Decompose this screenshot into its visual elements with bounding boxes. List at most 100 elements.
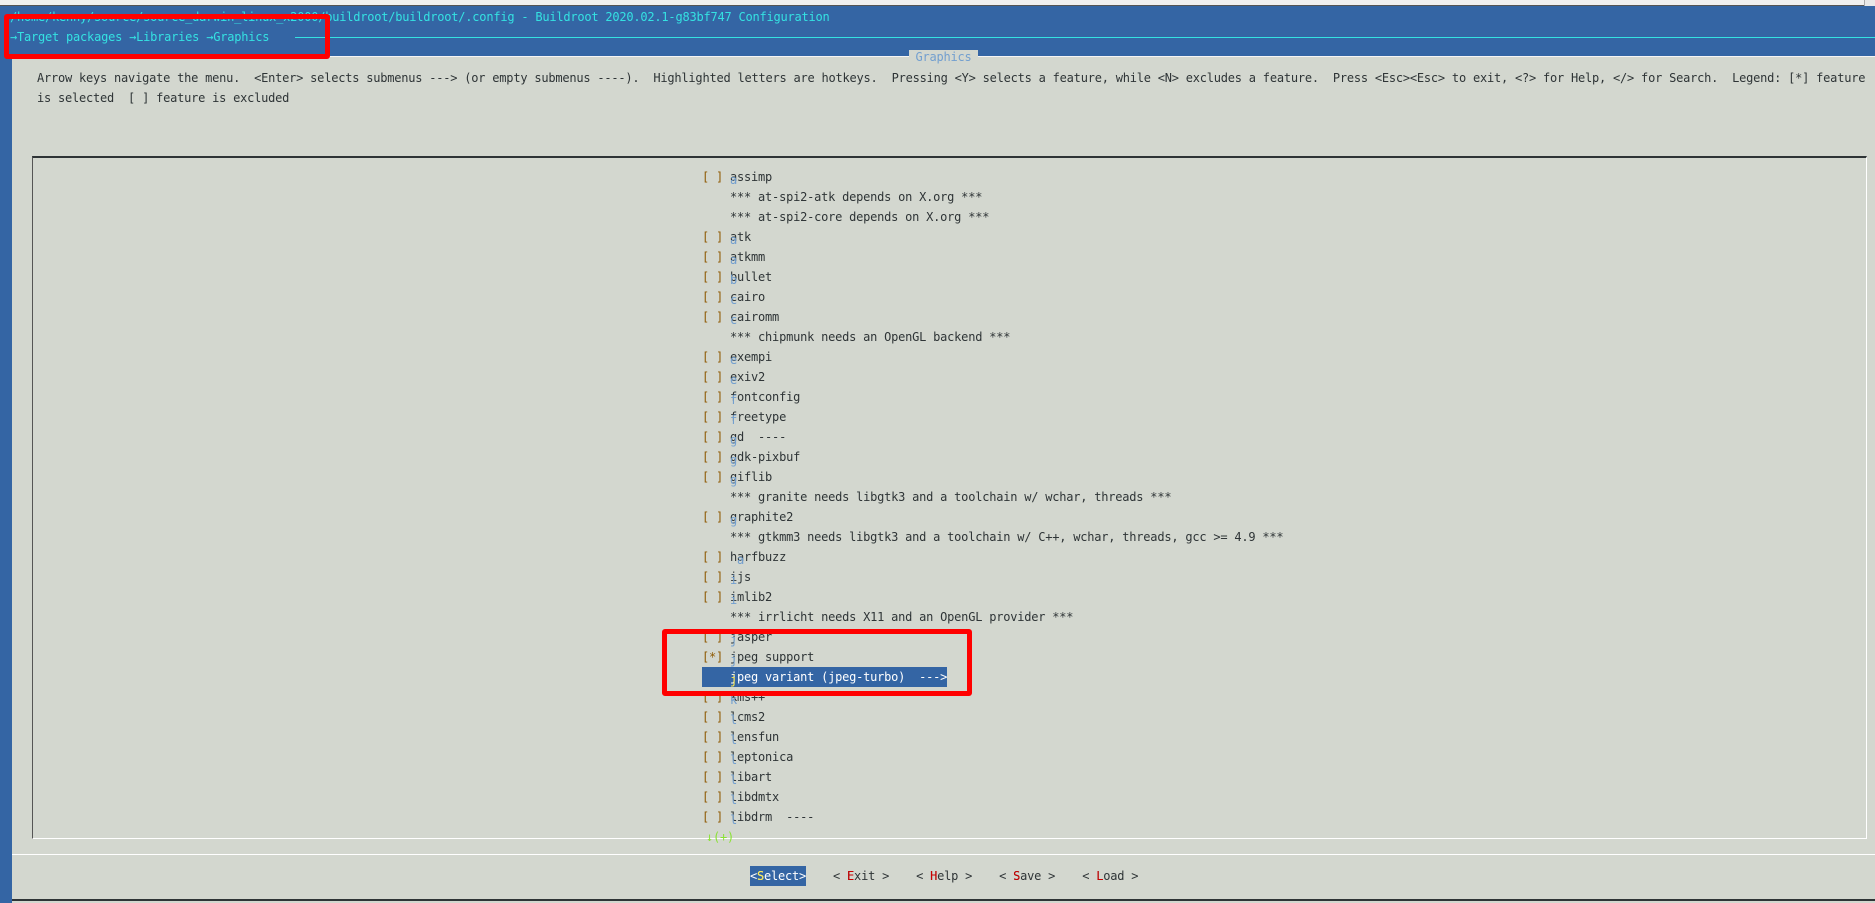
checkbox[interactable]: [ ]: [702, 710, 730, 724]
menu-item[interactable]: [ ] cairo c: [702, 287, 1283, 307]
item-label: *** at-spi2-atk depends on X.org ***: [730, 190, 983, 204]
menu-item[interactable]: [ ] gd ---- g: [702, 427, 1283, 447]
checkbox[interactable]: [ ]: [702, 430, 730, 444]
menu-item[interactable]: [ ] atk a: [702, 227, 1283, 247]
menu-comment: *** irrlicht needs X11 and an OpenGL pro…: [702, 607, 1283, 627]
menu-item[interactable]: [ ] leptonica l: [702, 747, 1283, 767]
button-bar: <Select> S < Exit > E < Help > H < Save > S < Lo…: [750, 866, 1165, 886]
checkbox[interactable]: [ ]: [702, 750, 730, 764]
menu-item[interactable]: [ ] fontconfig f: [702, 387, 1283, 407]
menu-comment: *** at-spi2-atk depends on X.org ***: [702, 187, 1283, 207]
item-label: leptonica: [730, 750, 794, 764]
menu-item[interactable]: [ ] ijs i: [702, 567, 1283, 587]
checkbox[interactable]: [ ]: [702, 390, 730, 404]
window-top-strip: [0, 0, 1875, 6]
checkbox[interactable]: [702, 610, 730, 624]
item-label: graphite2: [730, 510, 794, 524]
checkbox[interactable]: [ ]: [702, 350, 730, 364]
checkbox[interactable]: [ ]: [702, 590, 730, 604]
dialog-bottom-border: [12, 899, 1875, 901]
menu-item[interactable]: [ ] lcms2 l: [702, 707, 1283, 727]
checkbox[interactable]: [ ]: [702, 550, 730, 564]
checkbox[interactable]: [ ]: [702, 170, 730, 184]
item-label: gd ----: [730, 430, 787, 444]
item-label: libdmtx: [730, 790, 780, 804]
button-hotkey: H: [930, 869, 938, 883]
menu-item[interactable]: [ ] gdk-pixbuf g: [702, 447, 1283, 467]
menu-item[interactable]: [ ] lensfun l: [702, 727, 1283, 747]
checkbox[interactable]: [702, 530, 730, 544]
annotation-box-breadcrumb: [4, 14, 330, 59]
menu-item[interactable]: [ ] bullet b: [702, 267, 1283, 287]
button-label: < Exit >: [833, 869, 890, 883]
button-label: < Help >: [916, 869, 973, 883]
menu-item[interactable]: [ ] freetype f: [702, 407, 1283, 427]
button-hotkey: E: [847, 869, 855, 883]
dialog-title: Graphics: [909, 50, 978, 64]
button-label: < Load >: [1082, 869, 1139, 883]
button-hotkey: S: [757, 869, 765, 883]
menu-item[interactable]: [ ] atkmm a: [702, 247, 1283, 267]
checkbox[interactable]: [ ]: [702, 230, 730, 244]
checkbox[interactable]: [ ]: [702, 790, 730, 804]
button-load[interactable]: < Load > L: [1082, 866, 1138, 886]
item-label: gdk-pixbuf: [730, 450, 801, 464]
item-label: fontconfig: [730, 390, 801, 404]
checkbox[interactable]: [ ]: [702, 730, 730, 744]
menu-item[interactable]: [ ] harfbuzz a: [702, 547, 1283, 567]
item-label: *** granite needs libgtk3 and a toolchai…: [730, 490, 1172, 504]
menu-comment: *** chipmunk needs an OpenGL backend ***: [702, 327, 1283, 347]
item-label: *** at-spi2-core depends on X.org ***: [730, 210, 990, 224]
item-label: *** gtkmm3 needs libgtk3 and a toolchain…: [730, 530, 1284, 544]
checkbox[interactable]: [702, 490, 730, 504]
button-exit[interactable]: < Exit > E: [833, 866, 889, 886]
checkbox[interactable]: [ ]: [702, 810, 730, 824]
checkbox[interactable]: [ ]: [702, 510, 730, 524]
scrollbar-corner: [1864, 0, 1875, 6]
item-label: libdrm ----: [730, 810, 815, 824]
item-label: lensfun: [730, 730, 780, 744]
menu-comment: *** granite needs libgtk3 and a toolchai…: [702, 487, 1283, 507]
button-hotkey: S: [1013, 869, 1021, 883]
checkbox[interactable]: [ ]: [702, 310, 730, 324]
button-select[interactable]: <Select> S: [750, 866, 806, 886]
checkbox[interactable]: [ ]: [702, 410, 730, 424]
checkbox[interactable]: [702, 190, 730, 204]
menu-list: [ ] assimp a *** at-spi2-atk depends on X…: [702, 167, 1284, 827]
button-save[interactable]: < Save > S: [999, 866, 1055, 886]
checkbox[interactable]: [ ]: [702, 250, 730, 264]
breadcrumb-rule: [295, 37, 1875, 38]
menu-item[interactable]: [ ] imlib2 i: [702, 587, 1283, 607]
menu-item[interactable]: [ ] assimp a: [702, 167, 1283, 187]
scroll-more-indicator: ↓(+): [706, 830, 735, 844]
menu-item[interactable]: [ ] exiv2 e: [702, 367, 1283, 387]
menu-comment: *** gtkmm3 needs libgtk3 and a toolchain…: [702, 527, 1284, 547]
menu-comment: *** at-spi2-core depends on X.org ***: [702, 207, 1283, 227]
checkbox[interactable]: [ ]: [702, 270, 730, 284]
button-hotkey: L: [1096, 869, 1104, 883]
menu-item[interactable]: [ ] libdrm ---- l: [702, 807, 1283, 827]
item-label: *** chipmunk needs an OpenGL backend ***: [730, 330, 1011, 344]
annotation-box-jpeg: [662, 629, 972, 696]
button-help[interactable]: < Help > H: [916, 866, 972, 886]
checkbox[interactable]: [ ]: [702, 370, 730, 384]
checkbox[interactable]: [ ]: [702, 470, 730, 484]
checkbox[interactable]: [702, 330, 730, 344]
item-label: *** irrlicht needs X11 and an OpenGL pro…: [730, 610, 1074, 624]
checkbox[interactable]: [702, 210, 730, 224]
help-text: Arrow keys navigate the menu. <Enter> se…: [37, 71, 1873, 105]
checkbox[interactable]: [ ]: [702, 770, 730, 784]
checkbox[interactable]: [ ]: [702, 290, 730, 304]
menu-item[interactable]: [ ] cairomm c: [702, 307, 1283, 327]
button-label: < Save >: [999, 869, 1056, 883]
menu-item[interactable]: [ ] libdmtx l: [702, 787, 1283, 807]
menu-item[interactable]: [ ] exempi e: [702, 347, 1283, 367]
item-label: freetype: [730, 410, 787, 424]
item-label: cairomm: [730, 310, 780, 324]
menu-item[interactable]: [ ] giflib g: [702, 467, 1283, 487]
checkbox[interactable]: [ ]: [702, 450, 730, 464]
checkbox[interactable]: [ ]: [702, 570, 730, 584]
button-separator: [12, 854, 1875, 855]
menu-item[interactable]: [ ] graphite2 g: [702, 507, 1283, 527]
menu-item[interactable]: [ ] libart l: [702, 767, 1283, 787]
